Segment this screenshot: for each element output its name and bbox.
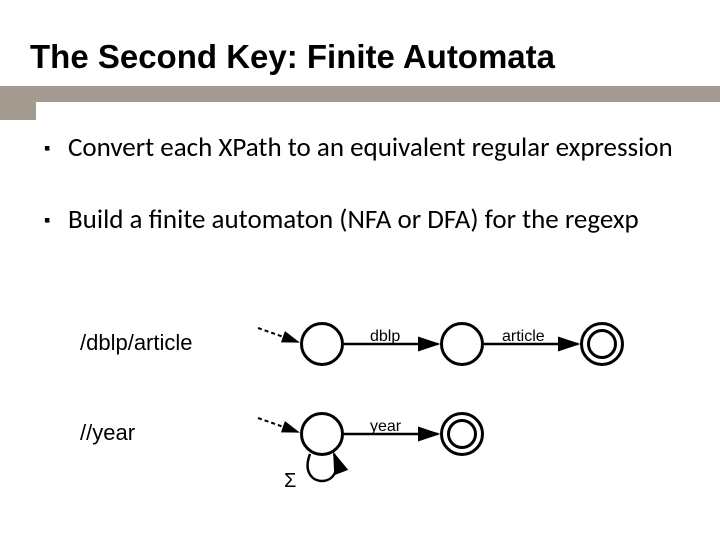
- bullet-text: Build a finite automaton (NFA or DFA) fo…: [68, 204, 684, 236]
- title-rule: [0, 86, 720, 102]
- title-rule-stub: [0, 102, 36, 120]
- bullet-text: Convert each XPath to an equivalent regu…: [68, 132, 684, 164]
- bullet-marker: ▪: [44, 132, 68, 164]
- automata-edges: [0, 320, 720, 540]
- automata-diagram: /dblp/article dblp article //year year Σ: [0, 320, 720, 540]
- bullet-list: ▪ Convert each XPath to an equivalent re…: [44, 132, 684, 276]
- slide: The Second Key: Finite Automata ▪ Conver…: [0, 0, 720, 540]
- bullet-marker: ▪: [44, 204, 68, 236]
- bullet-item: ▪ Build a finite automaton (NFA or DFA) …: [44, 204, 684, 236]
- bullet-item: ▪ Convert each XPath to an equivalent re…: [44, 132, 684, 164]
- slide-title: The Second Key: Finite Automata: [30, 38, 555, 76]
